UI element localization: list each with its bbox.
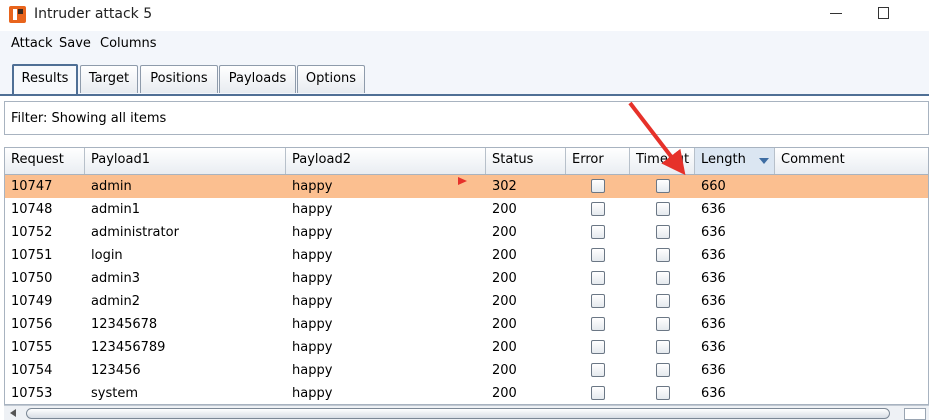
- scroll-left-icon[interactable]: [10, 409, 16, 417]
- red-arrow-icon: [628, 101, 686, 176]
- annotation-arrow: [628, 101, 686, 176]
- scroll-right-button[interactable]: [904, 408, 926, 420]
- horizontal-scrollbar[interactable]: [4, 405, 929, 420]
- scroll-thumb[interactable]: [26, 408, 890, 419]
